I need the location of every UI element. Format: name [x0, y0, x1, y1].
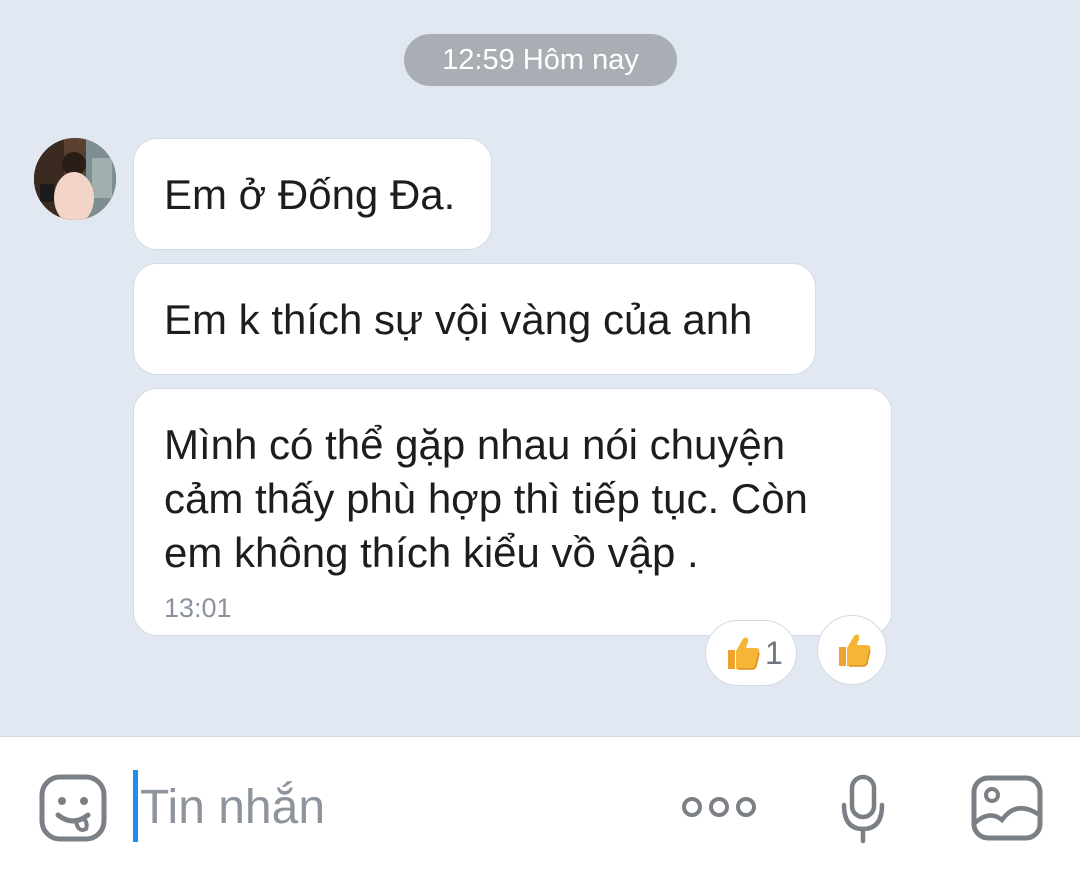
- composer-bar: [0, 736, 1080, 876]
- voice-button[interactable]: [838, 773, 888, 845]
- message-bubble[interactable]: Mình có thể gặp nhau nói chuyện cảm thấy…: [133, 388, 892, 636]
- reaction-count-button[interactable]: 1: [705, 620, 797, 686]
- message-input[interactable]: [140, 775, 640, 839]
- message-text: Em k thích sự vội vàng của anh: [164, 296, 753, 343]
- avatar-photo: [34, 138, 116, 220]
- text-cursor: [133, 770, 138, 842]
- avatar[interactable]: [34, 138, 116, 220]
- more-icon: [682, 797, 756, 817]
- message-bubble[interactable]: Em k thích sự vội vàng của anh: [133, 263, 816, 375]
- message-text-line: em không thích kiểu vồ vập .: [164, 529, 699, 576]
- message-text-line: Mình có thể gặp nhau nói chuyện: [164, 421, 786, 468]
- message-bubble[interactable]: Em ở Đống Đa.: [133, 138, 492, 250]
- sticker-icon: [39, 774, 107, 842]
- chat-area: 12:59 Hôm nay Em ở Đống Đa. Em k thích s…: [0, 0, 1080, 736]
- time-divider: 12:59 Hôm nay: [404, 34, 677, 86]
- thumbs-up-icon: [728, 637, 760, 670]
- reaction-count: 1: [765, 635, 783, 671]
- sticker-button[interactable]: [38, 773, 108, 843]
- gallery-button[interactable]: [970, 774, 1044, 842]
- message-text-line: cảm thấy phù hợp thì tiếp tục. Còn: [164, 475, 808, 522]
- add-reaction-button[interactable]: [817, 615, 887, 685]
- more-button[interactable]: [680, 789, 760, 825]
- message-time: 13:01: [164, 593, 232, 623]
- thumbs-up-icon: [839, 634, 871, 667]
- image-icon: [971, 775, 1043, 841]
- microphone-icon: [841, 774, 885, 844]
- message-text: Em ở Đống Đa.: [164, 171, 456, 218]
